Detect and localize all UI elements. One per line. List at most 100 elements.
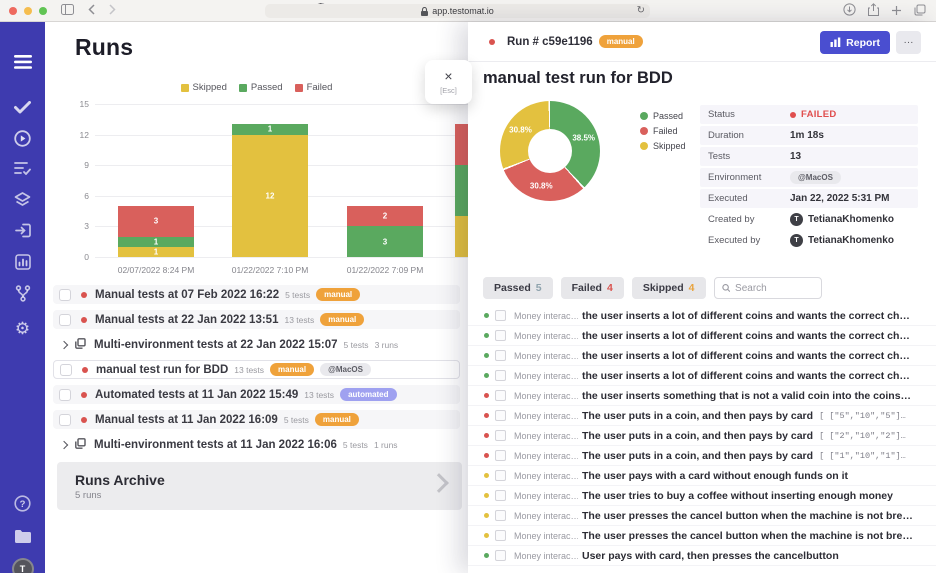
import-icon[interactable] [0, 223, 45, 238]
test-title[interactable]: the user inserts a lot of different coin… [582, 350, 910, 362]
new-tab-icon[interactable] [891, 3, 902, 21]
forward-icon[interactable] [109, 4, 116, 18]
filter-passed-button[interactable]: Passed5 [483, 277, 553, 299]
test-title[interactable]: the user inserts a lot of different coin… [582, 330, 910, 342]
test-title[interactable]: The user puts in a coin, and then pays b… [582, 410, 813, 422]
run-checkbox[interactable] [59, 314, 71, 326]
close-window-icon[interactable] [9, 7, 17, 15]
run-checkbox[interactable] [60, 364, 72, 376]
tab-overview-icon[interactable] [914, 3, 926, 21]
test-title[interactable]: The user puts in a coin, and then pays b… [582, 430, 813, 442]
test-title[interactable]: the user inserts a lot of different coin… [582, 370, 910, 382]
test-row[interactable]: Money interac… The user puts in a coin, a… [468, 406, 936, 426]
analytics-icon[interactable] [0, 254, 45, 270]
test-row[interactable]: Money interac…The user presses the cance… [468, 506, 936, 526]
projects-folder-icon[interactable] [0, 529, 45, 543]
test-row[interactable]: Money interac…the user inserts a lot of … [468, 306, 936, 326]
test-suite-name: Money interac… [514, 411, 578, 421]
test-checkbox[interactable] [495, 510, 506, 521]
run-row[interactable]: Manual tests at 11 Jan 2022 16:095 tests… [53, 410, 460, 429]
test-checkbox[interactable] [495, 410, 506, 421]
test-row[interactable]: Money interac…User pays with card, then … [468, 546, 936, 566]
test-row[interactable]: Money interac… the user inserts a lot of … [468, 346, 936, 366]
run-checkbox[interactable] [59, 389, 71, 401]
bar-segment-passed: 1 [118, 237, 194, 247]
run-row[interactable]: Manual tests at 22 Jan 2022 13:5113 test… [53, 310, 460, 329]
suites-layers-icon[interactable] [0, 192, 45, 208]
test-checkbox[interactable] [495, 370, 506, 381]
filter-count: 5 [536, 282, 542, 294]
test-checkbox[interactable] [495, 490, 506, 501]
test-row[interactable]: Money interac…The user puts in a coin, a… [468, 446, 936, 466]
run-row[interactable]: Multi-environment tests at 22 Jan 2022 1… [53, 335, 460, 354]
status-dot [790, 112, 796, 118]
test-title[interactable]: The user pays with a card without enough… [582, 470, 848, 482]
share-icon[interactable] [868, 3, 879, 21]
user-name[interactable]: TetianaKhomenko [808, 214, 894, 225]
run-row[interactable]: Manual tests at 07 Feb 2022 16:225 tests… [53, 285, 460, 304]
filter-failed-button[interactable]: Failed4 [561, 277, 624, 299]
test-title[interactable]: the user inserts a lot of different coin… [582, 310, 910, 322]
minimize-window-icon[interactable] [24, 7, 32, 15]
test-row[interactable]: Money interac…The user pays with a card … [468, 466, 936, 486]
test-title[interactable]: The user presses the cancel button when … [582, 530, 913, 542]
tests-check-icon[interactable] [0, 101, 45, 114]
test-suite-name: Money interac… [514, 351, 578, 361]
menu-icon[interactable] [0, 55, 45, 69]
user-avatar[interactable]: T [0, 558, 45, 573]
test-checkbox[interactable] [495, 390, 506, 401]
donut-legend-item-skipped: Skipped [640, 138, 686, 153]
close-panel-button[interactable]: × [Esc] [425, 60, 472, 104]
branch-icon[interactable] [0, 285, 45, 302]
test-title[interactable]: The user presses the cancel button when … [582, 510, 913, 522]
runs-play-icon[interactable] [0, 130, 45, 147]
test-title[interactable]: User pays with card, then presses the ca… [582, 550, 839, 562]
help-icon[interactable]: ? [0, 495, 45, 512]
test-row[interactable]: Money interac…the user inserts a lot of … [468, 326, 936, 346]
stacked-bar: 32 [347, 206, 423, 257]
maximize-window-icon[interactable] [39, 7, 47, 15]
test-checkbox[interactable] [495, 330, 506, 341]
test-row[interactable]: Money interac…the user inserts a lot of … [468, 366, 936, 386]
user-name[interactable]: TetianaKhomenko [808, 235, 894, 246]
test-checkbox[interactable] [495, 530, 506, 541]
report-button[interactable]: Report [820, 31, 890, 54]
runs-archive-card[interactable]: Runs Archive 5 runs [57, 462, 462, 510]
test-checkbox[interactable] [495, 470, 506, 481]
test-checkbox[interactable] [495, 550, 506, 561]
run-row[interactable]: Multi-environment tests at 11 Jan 2022 1… [53, 435, 460, 454]
expand-chevron-icon[interactable] [60, 440, 68, 448]
test-row[interactable]: Money interac…the user inserts something… [468, 386, 936, 406]
sidebar-toggle-icon[interactable] [61, 4, 74, 18]
test-status-dot [484, 313, 489, 318]
test-row[interactable]: Money interac…The user puts in a coin, a… [468, 426, 936, 446]
legend-label: Passed [251, 82, 283, 93]
back-icon[interactable] [88, 4, 95, 18]
run-badge-env: @MacOS [320, 363, 371, 376]
search-input[interactable] [735, 283, 813, 294]
more-options-button[interactable]: ··· [896, 31, 921, 54]
downloads-icon[interactable] [843, 3, 856, 21]
address-bar[interactable]: app.testomat.io ↻ [265, 4, 650, 18]
reload-icon[interactable]: ↻ [637, 5, 645, 16]
test-row[interactable]: Money interac…The user presses the cance… [468, 526, 936, 546]
run-row[interactable]: Automated tests at 11 Jan 2022 15:4913 t… [53, 385, 460, 404]
run-checkbox[interactable] [59, 414, 71, 426]
page-title: Runs [75, 34, 133, 61]
test-checkbox[interactable] [495, 450, 506, 461]
run-row[interactable]: manual test run for BDD13 testsmanual@Ma… [53, 360, 460, 379]
expand-chevron-icon[interactable] [60, 340, 68, 348]
donut-legend-dot [640, 112, 648, 120]
test-row[interactable]: Money interac…The user tries to buy a co… [468, 486, 936, 506]
test-title[interactable]: The user puts in a coin, and then pays b… [582, 450, 813, 462]
test-checkbox[interactable] [495, 350, 506, 361]
test-title[interactable]: The user tries to buy a coffee without i… [582, 490, 893, 502]
test-checkbox[interactable] [495, 430, 506, 441]
test-title[interactable]: the user inserts something that is not a… [582, 390, 911, 402]
filter-skipped-button[interactable]: Skipped4 [632, 277, 706, 299]
test-checkbox[interactable] [495, 310, 506, 321]
test-plan-icon[interactable] [0, 161, 45, 175]
user-avatar: T [790, 213, 803, 226]
settings-gear-icon[interactable]: ⚙ [0, 319, 45, 339]
run-checkbox[interactable] [59, 289, 71, 301]
